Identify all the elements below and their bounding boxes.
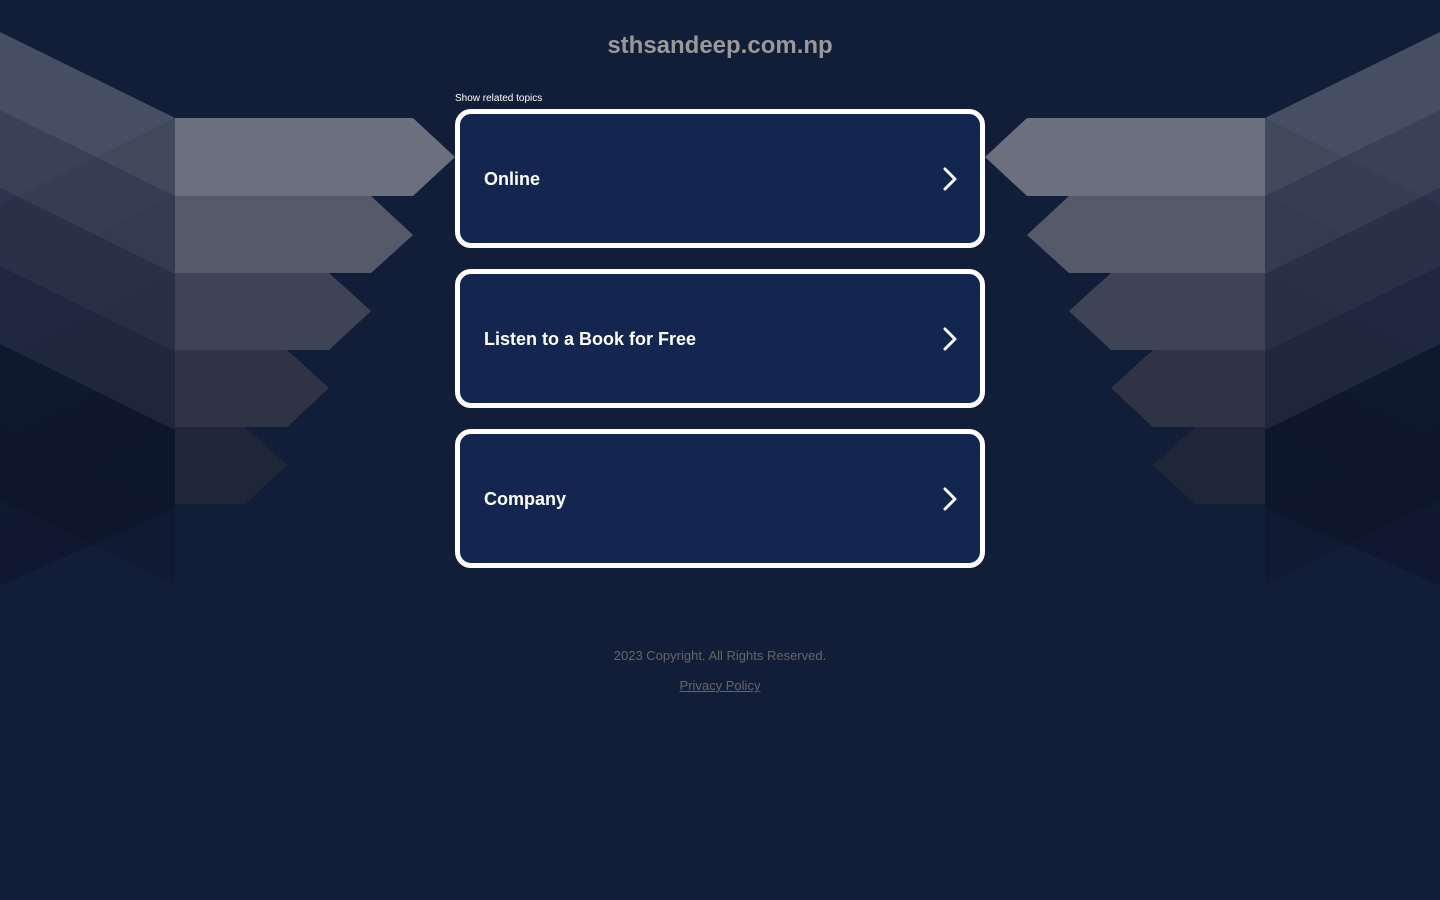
copyright-text: 2023 Copyright. All Rights Reserved. (613, 648, 827, 663)
chevron-right-icon (943, 487, 957, 510)
domain-title: sthsandeep.com.np (607, 32, 833, 59)
topic-label: Listen to a Book for Free (484, 328, 697, 349)
topic-label: Online (484, 168, 541, 189)
parked-domain-page: sthsandeep.com.np Show related topics On… (0, 0, 1440, 900)
topic-link-online[interactable]: Online (455, 109, 985, 248)
right-wing-arrows (985, 118, 1265, 504)
topic-link-company[interactable]: Company (455, 429, 985, 568)
chevron-right-icon (943, 167, 957, 190)
left-wing-slats (0, 32, 175, 586)
right-wing-slats (1265, 32, 1440, 586)
privacy-policy-container: Privacy Policy (0, 678, 1440, 694)
privacy-policy-link[interactable]: Privacy Policy (680, 678, 761, 693)
topic-label: Company (484, 488, 567, 509)
topic-link-listen-to-a-book[interactable]: Listen to a Book for Free (455, 269, 985, 408)
left-wing-arrows (175, 118, 455, 504)
chevron-right-icon (943, 327, 957, 350)
related-topics-label: Show related topics (455, 93, 543, 104)
